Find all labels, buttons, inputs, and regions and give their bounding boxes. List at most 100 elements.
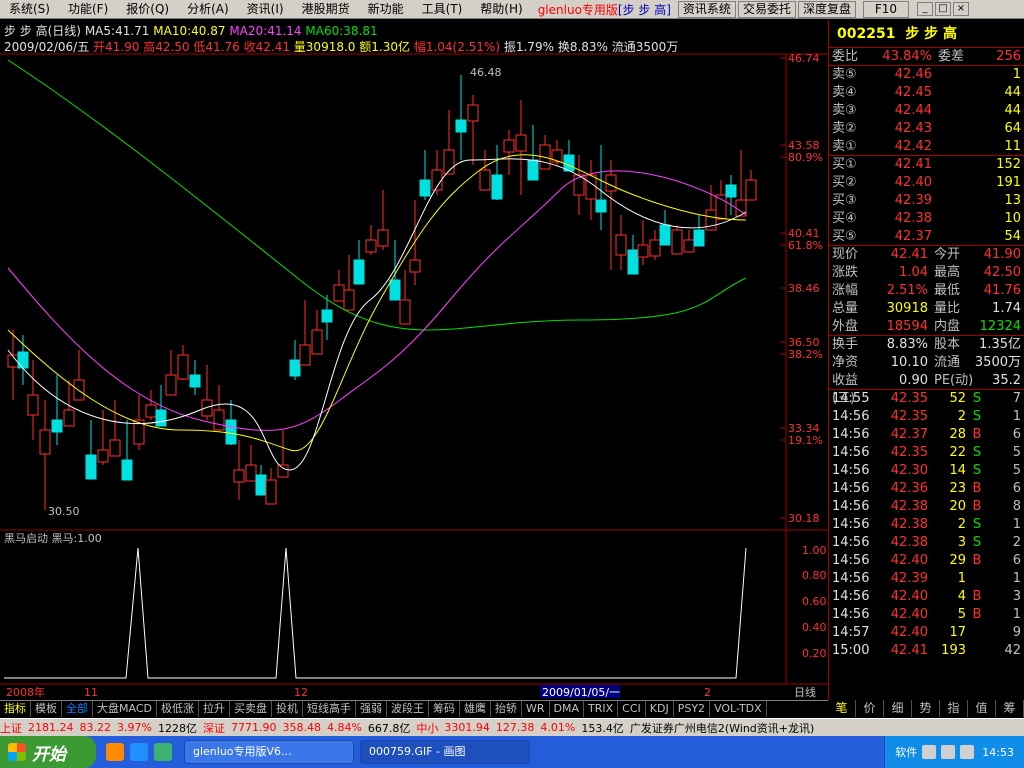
- tray-icon[interactable]: [960, 745, 975, 759]
- indicator-axis-label: 0.80: [802, 569, 827, 582]
- indicator-tab[interactable]: KDJ: [646, 701, 674, 717]
- indicator-tab[interactable]: CCI: [618, 701, 646, 717]
- tick-row: 14:56 42.40 4 B 3: [829, 588, 1024, 606]
- indicator-tab[interactable]: 雄鹰: [460, 701, 491, 717]
- candle-body: [299, 344, 311, 366]
- candle-body: [51, 419, 63, 433]
- stat-key: 涨幅: [832, 283, 859, 298]
- indicator-tab[interactable]: 模板: [31, 701, 62, 717]
- taskbar-app-paint[interactable]: 000759.GIF - 画图: [360, 740, 530, 764]
- indicator-tab[interactable]: 筹码: [429, 701, 460, 717]
- tick-side: [966, 642, 988, 660]
- stat-row: 涨跌 1.04 最高 42.50: [829, 264, 1024, 282]
- tick-side: B: [972, 499, 982, 514]
- indicator-tab[interactable]: 波段王: [387, 701, 429, 717]
- candle-body: [515, 134, 527, 152]
- tick-side: S: [972, 463, 982, 478]
- weibi-row: 委比 43.84% 委差 256: [829, 48, 1024, 66]
- system-tray: 软件 14:53: [884, 736, 1024, 768]
- stat-key: 量比: [934, 301, 961, 316]
- ask-label: 卖④: [832, 85, 857, 100]
- indicator-tab[interactable]: 抬轿: [491, 701, 522, 717]
- indicator-tab[interactable]: DMA: [550, 701, 585, 717]
- indicator-tab[interactable]: 指标: [0, 701, 31, 717]
- ie-icon[interactable]: [130, 743, 148, 761]
- start-button[interactable]: 开始: [0, 736, 96, 768]
- bid-row[interactable]: 买④ 42.38 10: [829, 210, 1024, 228]
- indicator-tab[interactable]: 投机: [272, 701, 303, 717]
- ask-row[interactable]: 卖⑤ 42.46 1: [829, 66, 1024, 84]
- ask-price: 42.43: [894, 121, 932, 136]
- bid-volume: 54: [1004, 229, 1021, 244]
- f10-button[interactable]: F10: [862, 0, 909, 18]
- candle-body: [165, 374, 177, 396]
- stock-code: 002251: [837, 26, 896, 42]
- bid-label: 买②: [832, 175, 857, 190]
- indicator-tab[interactable]: 买卖盘: [230, 701, 272, 717]
- indicator-tab[interactable]: 极低涨: [157, 701, 199, 717]
- tick-time: 14:56: [832, 553, 870, 568]
- quote-tab[interactable]: 价: [856, 700, 884, 717]
- kline-chart[interactable]: 46.7443.5880.9%40.4161.8%38.4636.5038.2%…: [0, 0, 828, 700]
- tick-volume: 17: [949, 625, 966, 640]
- stat-row: 净资 10.10 流通 3500万: [829, 354, 1024, 372]
- indicator-tab[interactable]: 全部: [62, 701, 93, 717]
- tick-row: 15:00 42.41 193 42: [829, 642, 1024, 660]
- quick-launch-icon[interactable]: [106, 743, 124, 761]
- ask-row[interactable]: 卖③ 42.44 44: [829, 102, 1024, 120]
- quote-tab[interactable]: 笔: [828, 700, 856, 717]
- quote-tab[interactable]: 势: [912, 700, 940, 717]
- candle-body: [155, 409, 167, 427]
- taskbar-app-stock[interactable]: glenluo专用版V6...: [184, 740, 354, 764]
- tick-volume: 1: [957, 571, 966, 586]
- ask-volume: 11: [1004, 139, 1021, 154]
- candle-body: [109, 439, 121, 457]
- tick-count: 5: [1012, 445, 1021, 460]
- tray-icon[interactable]: [922, 745, 937, 759]
- tick-side: [966, 570, 988, 588]
- broker-connection: 广发证券广州电信2(Wind资讯+龙讯): [629, 721, 815, 735]
- close-button[interactable]: ×: [952, 2, 969, 16]
- indicator-tab[interactable]: 大盘MACD: [93, 701, 157, 717]
- bid-row[interactable]: 买③ 42.39 13: [829, 192, 1024, 210]
- weibi-label: 委比: [832, 49, 859, 64]
- bid-row[interactable]: 买⑤ 42.37 54: [829, 228, 1024, 246]
- indicator-name: 黑马启动: [4, 532, 48, 545]
- candle-body: [233, 469, 245, 483]
- tick-price: 42.40: [890, 553, 928, 568]
- stat-value: 1.74: [992, 301, 1021, 316]
- windows-taskbar: 开始 glenluo专用版V6... 000759.GIF - 画图 软件 14…: [0, 736, 1024, 768]
- tick-time: 14:56: [832, 409, 870, 424]
- minimize-button[interactable]: _: [916, 2, 933, 16]
- ma10-line: [7, 154, 747, 452]
- quote-tab[interactable]: 指: [940, 700, 968, 717]
- bid-row[interactable]: 买② 42.40 191: [829, 174, 1024, 192]
- tick-count: 1: [1012, 607, 1021, 622]
- date-label-feb: 2: [704, 686, 711, 699]
- indicator-tab[interactable]: TRIX: [584, 701, 619, 717]
- tick-price: 42.40: [890, 625, 928, 640]
- quote-tab[interactable]: 细: [884, 700, 912, 717]
- ask-row[interactable]: 卖② 42.43 64: [829, 120, 1024, 138]
- candle-body: [121, 459, 133, 481]
- indicator-tab[interactable]: PSY2: [674, 701, 711, 717]
- restore-button[interactable]: □: [934, 2, 951, 16]
- indicator-tab[interactable]: WR: [522, 701, 550, 717]
- indicator-tab[interactable]: 拉升: [199, 701, 230, 717]
- quote-tab[interactable]: 值: [968, 700, 996, 717]
- date-label-dec: 12: [294, 686, 308, 699]
- ask-row[interactable]: 卖④ 42.45 44: [829, 84, 1024, 102]
- tray-icon[interactable]: [941, 745, 956, 759]
- indicator-axis-label: 0.20: [802, 647, 827, 660]
- ask-row[interactable]: 卖① 42.42 11: [829, 138, 1024, 156]
- quote-tab[interactable]: 筹: [996, 700, 1024, 717]
- tick-time: 14:56: [832, 445, 870, 460]
- candle-body: [145, 404, 157, 418]
- indicator-tab[interactable]: 短线高手: [303, 701, 356, 717]
- indicator-tab[interactable]: VOL-TDX: [710, 701, 767, 717]
- desktop-icon[interactable]: [154, 743, 172, 761]
- tick-side: B: [972, 427, 982, 442]
- sh-label: 上证: [0, 721, 22, 735]
- indicator-tab[interactable]: 强弱: [356, 701, 387, 717]
- bid-row[interactable]: 买① 42.41 152: [829, 156, 1024, 174]
